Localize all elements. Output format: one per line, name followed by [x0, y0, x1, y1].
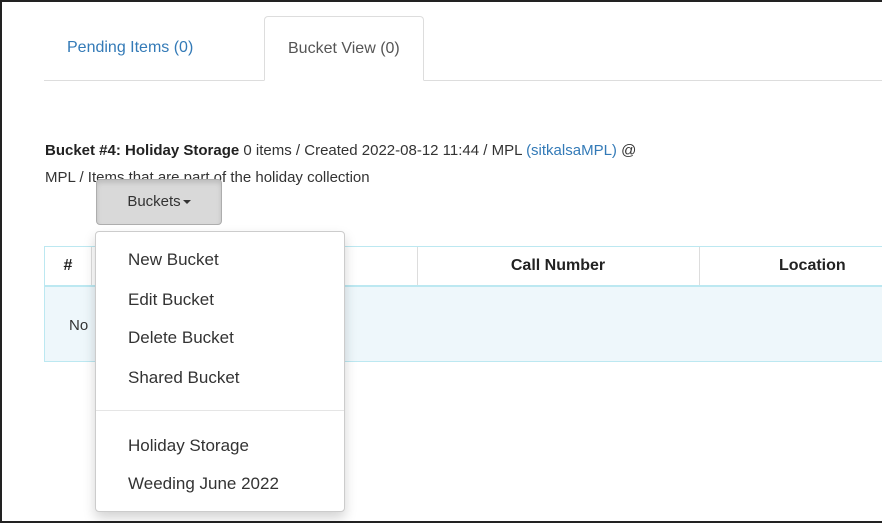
menu-item-edit-bucket[interactable]: Edit Bucket [128, 288, 214, 312]
menu-item-delete-bucket[interactable]: Delete Bucket [128, 326, 234, 350]
menu-item-shared-bucket[interactable]: Shared Bucket [128, 366, 240, 390]
column-header-number[interactable]: # [45, 247, 91, 285]
menu-item-bucket-weeding-june-2022[interactable]: Weeding June 2022 [128, 472, 279, 496]
menu-divider [96, 410, 344, 411]
bucket-meta: 0 items / Created 2022-08-12 11:44 / MPL [239, 142, 527, 159]
menu-item-new-bucket[interactable]: New Bucket [128, 248, 219, 272]
buckets-dropdown-menu: New Bucket Edit Bucket Delete Bucket Sha… [95, 231, 345, 512]
tab-bar: Pending Items (0) Bucket View (0) [44, 16, 882, 81]
menu-item-bucket-holiday-storage[interactable]: Holiday Storage [128, 434, 249, 458]
empty-table-message: No [69, 317, 89, 334]
tab-bucket-view[interactable]: Bucket View (0) [264, 16, 424, 81]
tab-pending-items[interactable]: Pending Items (0) [44, 16, 216, 80]
bucket-owner-link[interactable]: (sitkalsaMPL) [526, 142, 617, 159]
bucket-summary: Bucket #4: Holiday Storage 0 items / Cre… [45, 140, 880, 162]
column-header-location[interactable]: Location [699, 247, 882, 285]
column-header-call-number[interactable]: Call Number [417, 247, 699, 285]
bucket-title: Bucket #4: Holiday Storage [45, 142, 240, 159]
buckets-dropdown-button[interactable]: Buckets [96, 179, 222, 225]
bucket-owner-suffix: @ [616, 142, 637, 159]
caret-down-icon [182, 200, 191, 205]
buckets-button-label: Buckets [127, 193, 181, 210]
column-divider [91, 247, 92, 285]
